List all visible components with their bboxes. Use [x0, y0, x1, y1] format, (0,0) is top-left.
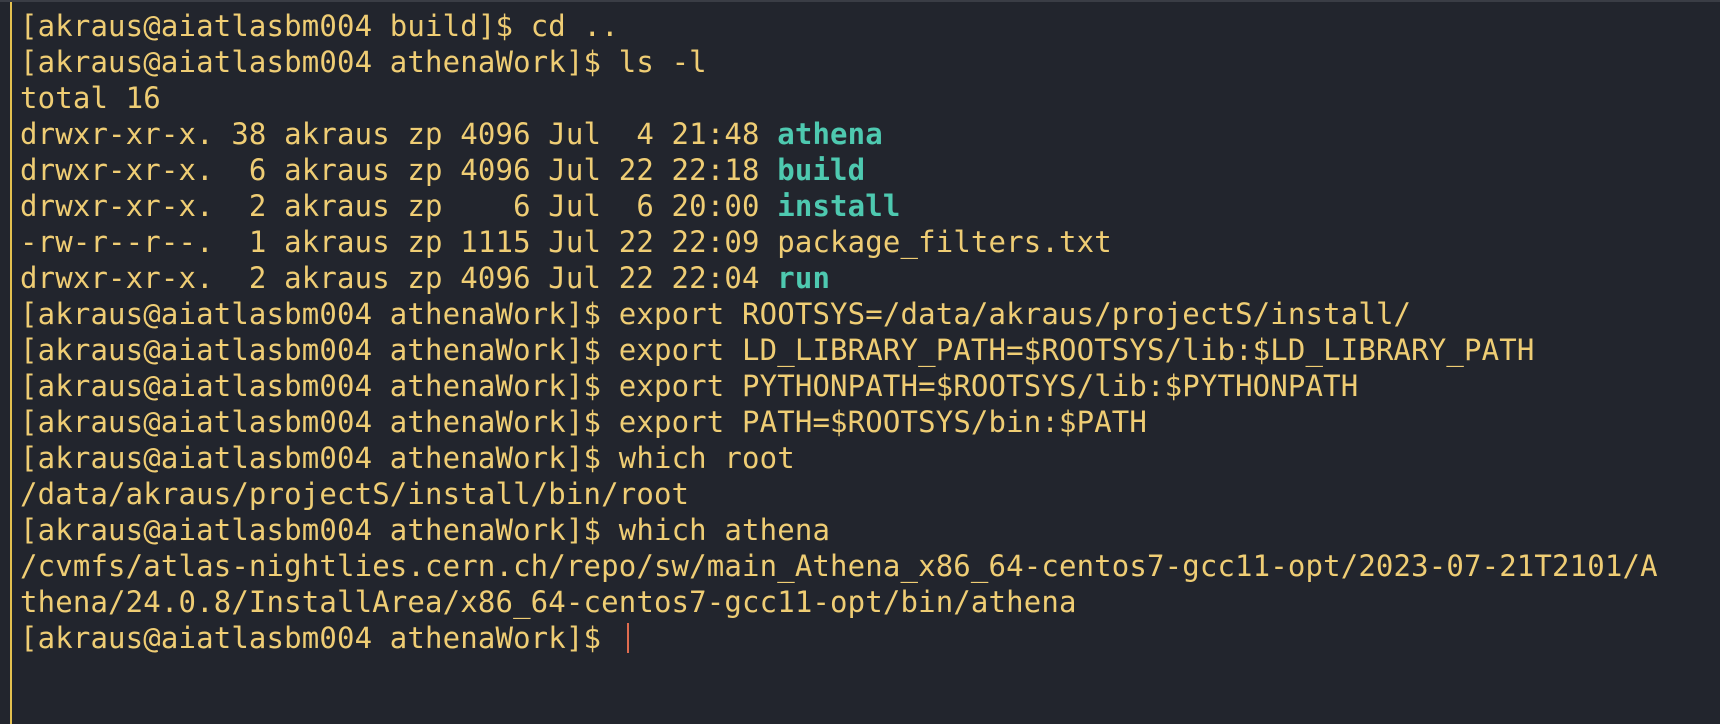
command-text: ls -l: [618, 45, 707, 79]
command-text: export ROOTSYS=/data/akraus/projectS/ins…: [618, 297, 1412, 331]
output-line: thena/24.0.8/InstallArea/x86_64-centos7-…: [20, 584, 1720, 620]
terminal-output[interactable]: [akraus@aiatlasbm004 build]$ cd .. [akrau…: [20, 8, 1720, 656]
shell-prompt: [akraus@aiatlasbm004 athenaWork]$: [20, 513, 619, 547]
ls-entry: drwxr-xr-x. 6 akraus zp 4096 Jul 22 22:1…: [20, 152, 1720, 188]
shell-prompt: [akraus@aiatlasbm004 athenaWork]$: [20, 333, 619, 367]
directory-name: athena: [777, 117, 883, 151]
ls-entry: -rw-r--r--. 1 akraus zp 1115 Jul 22 22:0…: [20, 224, 1720, 260]
ls-entry-meta: drwxr-xr-x. 6 akraus zp 4096 Jul 22 22:1…: [20, 153, 778, 187]
command-line: [akraus@aiatlasbm004 athenaWork]$ export…: [20, 368, 1720, 404]
output-text: /data/akraus/projectS/install/bin/root: [20, 477, 690, 511]
output-text: total 16: [20, 81, 161, 115]
output-text: /cvmfs/atlas-nightlies.cern.ch/repo/sw/m…: [20, 549, 1658, 583]
command-line: [akraus@aiatlasbm004 athenaWork]$ export…: [20, 332, 1720, 368]
ls-entry: drwxr-xr-x. 38 akraus zp 4096 Jul 4 21:4…: [20, 116, 1720, 152]
shell-prompt: [akraus@aiatlasbm004 athenaWork]$: [20, 405, 619, 439]
ls-entry: drwxr-xr-x. 2 akraus zp 4096 Jul 22 22:0…: [20, 260, 1720, 296]
shell-prompt: [akraus@aiatlasbm004 athenaWork]$: [20, 441, 619, 475]
command-text: export PATH=$ROOTSYS/bin:$PATH: [618, 405, 1148, 439]
file-name: package_filters.txt: [777, 225, 1112, 259]
output-line: /cvmfs/atlas-nightlies.cern.ch/repo/sw/m…: [20, 548, 1720, 584]
output-text: thena/24.0.8/InstallArea/x86_64-centos7-…: [20, 585, 1077, 619]
command-line: [akraus@aiatlasbm004 build]$ cd ..: [20, 8, 1720, 44]
command-text: export LD_LIBRARY_PATH=$ROOTSYS/lib:$LD_…: [618, 333, 1535, 367]
ls-entry-meta: drwxr-xr-x. 2 akraus zp 6 Jul 6 20:00: [20, 189, 778, 223]
ls-entry-meta: -rw-r--r--. 1 akraus zp 1115 Jul 22 22:0…: [20, 225, 778, 259]
output-line: total 16: [20, 80, 1720, 116]
command-line: [akraus@aiatlasbm004 athenaWork]$ export…: [20, 296, 1720, 332]
command-text: export PYTHONPATH=$ROOTSYS/lib:$PYTHONPA…: [618, 369, 1359, 403]
shell-prompt: [akraus@aiatlasbm004 athenaWork]$: [20, 621, 619, 655]
shell-prompt: [akraus@aiatlasbm004 build]$: [20, 9, 531, 43]
directory-name: install: [777, 189, 901, 223]
command-text: cd ..: [530, 9, 619, 43]
directory-name: run: [777, 261, 831, 295]
command-line: [akraus@aiatlasbm004 athenaWork]$ ls -l: [20, 44, 1720, 80]
ls-entry-meta: drwxr-xr-x. 38 akraus zp 4096 Jul 4 21:4…: [20, 117, 778, 151]
output-line: /data/akraus/projectS/install/bin/root: [20, 476, 1720, 512]
ls-entry: drwxr-xr-x. 2 akraus zp 6 Jul 6 20:00 in…: [20, 188, 1720, 224]
shell-prompt: [akraus@aiatlasbm004 athenaWork]$: [20, 369, 619, 403]
command-line: [akraus@aiatlasbm004 athenaWork]$ which …: [20, 440, 1720, 476]
ls-entry-meta: drwxr-xr-x. 2 akraus zp 4096 Jul 22 22:0…: [20, 261, 778, 295]
shell-prompt: [akraus@aiatlasbm004 athenaWork]$: [20, 297, 619, 331]
terminal-window[interactable]: [akraus@aiatlasbm004 build]$ cd .. [akrau…: [0, 0, 1720, 724]
directory-name: build: [777, 153, 866, 187]
active-prompt-line[interactable]: [akraus@aiatlasbm004 athenaWork]$: [20, 620, 1720, 656]
shell-prompt: [akraus@aiatlasbm004 athenaWork]$: [20, 45, 619, 79]
command-line: [akraus@aiatlasbm004 athenaWork]$ export…: [20, 404, 1720, 440]
terminal-left-border: [10, 2, 12, 724]
text-cursor: [626, 623, 629, 653]
command-line: [akraus@aiatlasbm004 athenaWork]$ which …: [20, 512, 1720, 548]
command-text: which athena: [618, 513, 831, 547]
command-text: which root: [618, 441, 795, 475]
